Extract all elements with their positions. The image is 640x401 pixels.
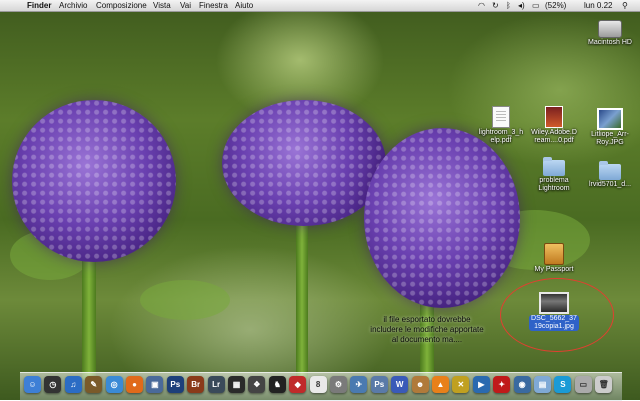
acrobat-icon[interactable]: ✦ <box>493 376 511 393</box>
menu-aiuto[interactable]: Aiuto <box>235 0 253 12</box>
battery-icon[interactable]: ▭ <box>532 0 540 12</box>
quicktime-icon[interactable]: ▶ <box>472 376 490 393</box>
pdf-document-icon <box>545 106 563 128</box>
photo-app-icon[interactable]: ▦ <box>228 376 245 393</box>
spotlight-icon[interactable]: ⚲ <box>622 0 628 12</box>
folder-icon[interactable]: ▤ <box>534 376 551 393</box>
desktop-icon-lrvid-folder[interactable]: lrvid5701_d... <box>580 161 640 189</box>
preview-icon[interactable]: ✎ <box>85 376 103 393</box>
allium-flower-middle <box>222 100 386 226</box>
red-app-icon[interactable]: ◆ <box>289 376 307 393</box>
desktop-icon-my-passport[interactable]: My Passport <box>524 243 584 274</box>
menu-vai[interactable]: Vai <box>180 0 191 12</box>
icon-label: Wiley.Adobe.D ream....0.pdf <box>531 129 577 144</box>
skype-icon[interactable]: S <box>554 376 572 393</box>
clock[interactable]: lun 0.22 <box>584 0 612 12</box>
leaf-decoration <box>140 280 230 320</box>
battery-percent[interactable]: (52%) <box>545 0 566 12</box>
face-icon[interactable]: ☻ <box>411 376 429 393</box>
icon-label: Macintosh HD <box>588 39 632 46</box>
icon-label: Litliope_Arr- Roy.JPG <box>591 131 629 146</box>
annotation-text: il file esportato dovrebbe includere le … <box>370 315 484 344</box>
icon-label: problema Lightroom <box>538 177 570 192</box>
menu-finder[interactable]: Finder <box>27 0 51 12</box>
hard-drive-icon <box>598 20 622 38</box>
image-file-icon <box>597 108 623 130</box>
external-drive-icon <box>544 243 564 265</box>
desktop-icon-wiley-pdf[interactable]: Wiley.Adobe.D ream....0.pdf <box>524 106 584 145</box>
bridge-icon[interactable]: Br <box>187 376 205 393</box>
menu-vista[interactable]: Vista <box>153 0 171 12</box>
bluetooth-icon[interactable]: ᛒ <box>506 0 511 12</box>
ical-icon[interactable]: 8 <box>309 376 327 393</box>
safari-icon[interactable]: ◎ <box>105 376 123 393</box>
annotation-circle <box>500 278 614 352</box>
desktop-icon-litliope-jpg[interactable]: Litliope_Arr- Roy.JPG <box>580 108 640 147</box>
vlc-icon[interactable]: ▲ <box>432 376 449 393</box>
allium-flower-left <box>12 100 176 262</box>
chess-icon[interactable]: ♞ <box>268 376 286 393</box>
w-icon[interactable]: W <box>391 376 409 393</box>
icon-label: lightroom_3_h elp.pdf <box>478 129 524 144</box>
menu-finestra[interactable]: Finestra <box>199 0 228 12</box>
finder-icon[interactable]: ☺ <box>24 376 41 393</box>
iphoto-icon[interactable]: ▣ <box>146 376 164 393</box>
icon-label: My Passport <box>534 266 574 273</box>
allium-flower-right <box>364 128 520 308</box>
ps-icon[interactable]: Ps <box>370 376 388 393</box>
volume-icon[interactable]: ◂) <box>518 0 525 12</box>
safari-alt-icon[interactable]: ✈ <box>350 376 368 393</box>
x-icon[interactable]: ✕ <box>452 376 470 393</box>
lightroom-icon[interactable]: Lr <box>207 376 225 393</box>
trash-icon[interactable]: 🗑 <box>595 376 613 393</box>
flower-stem <box>296 210 308 380</box>
folder-icon <box>599 161 621 180</box>
menu-bar: Finder Archivio Composizione Vista Vai F… <box>0 0 640 12</box>
dock: ☺ ◷ ♫ ✎ ◎ ● ▣ Ps Br Lr ▦ ❖ ♞ ◆ 8 ⚙ ✈ Ps W ☻ ▲ ✕ ▶ ✦ ◉ ▤ S ▭ 🗑 <box>20 372 622 401</box>
dashboard-icon[interactable]: ◷ <box>44 376 62 393</box>
menu-archivio[interactable]: Archivio <box>59 0 87 12</box>
flower-stem <box>82 250 96 380</box>
pdf-document-icon <box>492 106 510 128</box>
preferences-icon[interactable]: ⚙ <box>330 376 347 393</box>
film-icon[interactable]: ❖ <box>248 376 266 393</box>
wifi-icon[interactable]: ◠ <box>478 0 485 12</box>
menu-composizione[interactable]: Composizione <box>96 0 147 12</box>
network-icon[interactable]: ◉ <box>513 376 531 393</box>
desktop-icon-lightroom-pdf[interactable]: lightroom_3_h elp.pdf <box>471 106 531 145</box>
firefox-icon[interactable]: ● <box>126 376 143 393</box>
folder-icon <box>543 157 565 176</box>
desktop-icon-macintosh-hd[interactable]: Macintosh HD <box>580 20 640 47</box>
disk-icon[interactable]: ▭ <box>574 376 592 393</box>
desktop-icon-problema-lightroom[interactable]: problema Lightroom <box>524 157 584 193</box>
icon-label: lrvid5701_d... <box>588 181 632 188</box>
sync-icon[interactable]: ↻ <box>492 0 499 12</box>
photoshop-icon[interactable]: Ps <box>166 376 184 393</box>
itunes-icon[interactable]: ♫ <box>64 376 82 393</box>
